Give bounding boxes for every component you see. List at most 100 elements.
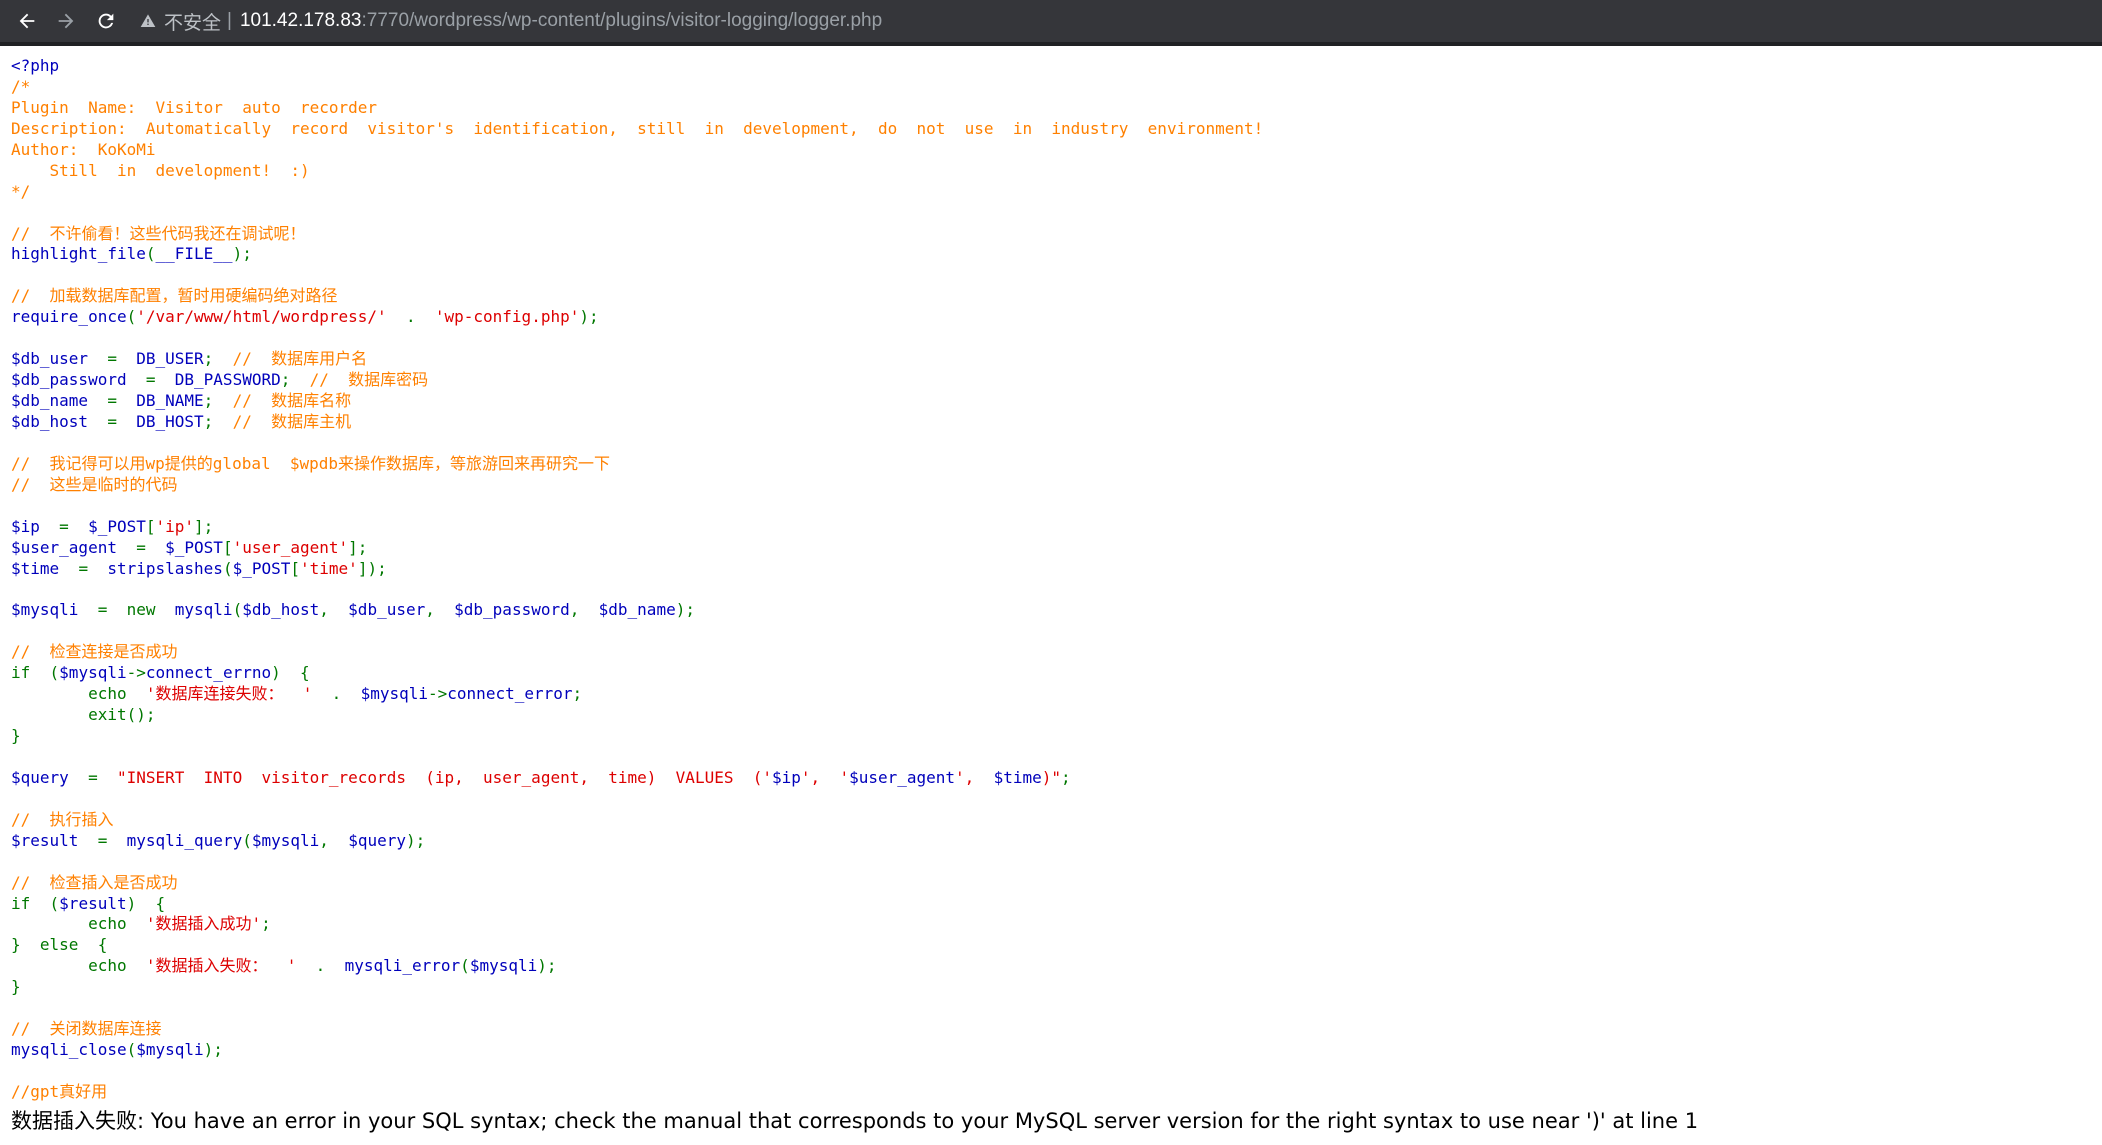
url-host[interactable]: 101.42.178.83 bbox=[240, 10, 362, 32]
url-separator: | bbox=[227, 10, 232, 31]
code-line: $time = stripslashes($_POST['time']); bbox=[11, 559, 1263, 580]
code-token: [ bbox=[145, 516, 156, 536]
code-line: highlight_file(__FILE__); bbox=[11, 244, 1263, 265]
code-token: Author: KoKoMi bbox=[11, 139, 156, 159]
arrow-right-icon bbox=[58, 13, 74, 29]
code-token: // 加载数据库配置，暂时用硬编码绝对路径 bbox=[11, 286, 338, 306]
code-line: require_once('/var/www/html/wordpress/' … bbox=[11, 307, 1263, 328]
code-token: $db_name bbox=[598, 600, 676, 620]
code-token: ( bbox=[232, 600, 243, 620]
code-token: $db_host bbox=[242, 600, 320, 620]
code-token: ; bbox=[261, 914, 271, 934]
code-token: } bbox=[11, 726, 21, 745]
code-line: Plugin Name: Visitor auto recorder bbox=[11, 98, 1263, 119]
code-token: } else { bbox=[11, 935, 108, 955]
code-token: echo bbox=[11, 956, 146, 976]
code-line: // 不许偷看！这些代码我还在调试呢！ bbox=[11, 224, 1263, 245]
code-token: mysqli_close bbox=[11, 1040, 127, 1060]
code-line: // 关闭数据库连接 bbox=[11, 1019, 1263, 1040]
code-token: , bbox=[425, 600, 455, 620]
code-token: = bbox=[68, 767, 117, 787]
reload-icon bbox=[98, 13, 114, 29]
code-token: // 执行插入 bbox=[11, 809, 114, 829]
code-token: . bbox=[386, 307, 435, 327]
insecure-label[interactable]: 不安全 bbox=[164, 8, 221, 35]
code-line: $db_password = DB_PASSWORD; // 数据库密码 bbox=[11, 370, 1263, 391]
code-line: // 检查插入是否成功 bbox=[11, 873, 1263, 894]
code-token: ( bbox=[222, 558, 233, 578]
code-token: echo bbox=[11, 684, 146, 704]
code-token: $db_password bbox=[454, 600, 570, 620]
back-button[interactable] bbox=[10, 4, 44, 38]
code-token: $user_agent bbox=[849, 767, 956, 787]
address-bar[interactable]: 不安全 | 101.42.178.83:7770/wordpress/wp-co… bbox=[140, 4, 2080, 38]
warning-icon[interactable] bbox=[140, 13, 156, 29]
code-token: $ip bbox=[772, 767, 801, 787]
code-token: 'time' bbox=[300, 558, 358, 578]
code-token: $query bbox=[348, 830, 406, 850]
code-token: . bbox=[296, 956, 345, 976]
code-token: $query bbox=[11, 767, 69, 787]
code-line: if ($result) { bbox=[11, 894, 1263, 915]
code-token: = bbox=[126, 370, 175, 390]
code-line: $user_agent = $_POST['user_agent']; bbox=[11, 538, 1263, 559]
forward-button[interactable] bbox=[49, 4, 83, 38]
code-token: ]; bbox=[348, 537, 368, 557]
code-token: ; bbox=[572, 684, 583, 704]
code-token: ); bbox=[675, 600, 695, 620]
code-token: = bbox=[78, 830, 127, 850]
code-token: $mysqli bbox=[136, 1040, 204, 1060]
code-token: , bbox=[569, 600, 599, 620]
url-path[interactable]: :7770/wordpress/wp-content/plugins/visit… bbox=[361, 10, 882, 32]
code-token: ( bbox=[126, 1040, 137, 1060]
code-line: mysqli_close($mysqli); bbox=[11, 1040, 1263, 1061]
code-token: ; bbox=[203, 411, 233, 431]
code-token: Still in development! :) bbox=[11, 160, 310, 180]
reload-button[interactable] bbox=[89, 4, 123, 38]
code-token: )" bbox=[1041, 767, 1062, 787]
code-token: // 数据库主机 bbox=[232, 411, 352, 431]
code-token: . bbox=[312, 684, 361, 704]
code-token: $db_password bbox=[11, 370, 127, 390]
code-line: echo '数据库连接失败： ' . $mysqli->connect_erro… bbox=[11, 684, 1263, 705]
code-token: $mysqli bbox=[251, 830, 320, 850]
code-token: $mysqli bbox=[360, 684, 429, 704]
code-token: ); bbox=[232, 244, 252, 264]
code-token: highlight_file bbox=[11, 244, 146, 264]
code-token: 'user_agent' bbox=[232, 537, 349, 557]
code-token: ( bbox=[145, 244, 156, 264]
code-token: // 数据库用户名 bbox=[232, 349, 368, 369]
code-token: // 数据库名称 bbox=[232, 391, 352, 410]
code-token: } bbox=[11, 977, 21, 997]
code-token: DB_PASSWORD bbox=[174, 370, 281, 390]
code-line: $query = "INSERT INTO visitor_records (i… bbox=[11, 768, 1263, 789]
code-line: $ip = $_POST['ip']; bbox=[11, 517, 1263, 538]
error-message: 数据插入失败: You have an error in your SQL sy… bbox=[11, 1109, 1699, 1133]
code-token: = bbox=[88, 349, 137, 369]
code-line: // 我记得可以用wp提供的global $wpdb来操作数据库，等旅游回来再研… bbox=[11, 454, 1263, 475]
code-line: Author: KoKoMi bbox=[11, 140, 1263, 161]
code-line: echo '数据插入失败： ' . mysqli_error($mysqli); bbox=[11, 956, 1263, 977]
code-line: $db_host = DB_HOST; // 数据库主机 bbox=[11, 412, 1263, 433]
code-token: // 关闭数据库连接 bbox=[11, 1019, 162, 1039]
code-token: if ( bbox=[11, 663, 60, 683]
code-line: $db_name = DB_NAME; // 数据库名称 bbox=[11, 391, 1263, 412]
code-token: ( bbox=[460, 956, 470, 976]
code-token: '数据插入失败： ' bbox=[145, 956, 297, 976]
code-token: Plugin Name: Visitor auto recorder bbox=[11, 97, 378, 117]
code-token: */ bbox=[11, 181, 31, 201]
code-token: [ bbox=[222, 537, 233, 557]
code-token: ', bbox=[955, 767, 994, 787]
code-token: = bbox=[116, 537, 166, 557]
browser-toolbar: 不安全 | 101.42.178.83:7770/wordpress/wp-co… bbox=[0, 0, 2102, 46]
code-token: '数据插入成功' bbox=[145, 914, 262, 934]
code-token: ; bbox=[203, 349, 233, 369]
code-token: $db_user bbox=[11, 349, 89, 369]
code-token: // 数据库密码 bbox=[309, 370, 429, 390]
code-line: if ($mysqli->connect_errno) { bbox=[11, 663, 1263, 684]
code-token: "INSERT INTO visitor_records (ip, user_a… bbox=[116, 767, 772, 787]
code-token: 'ip' bbox=[155, 516, 195, 536]
